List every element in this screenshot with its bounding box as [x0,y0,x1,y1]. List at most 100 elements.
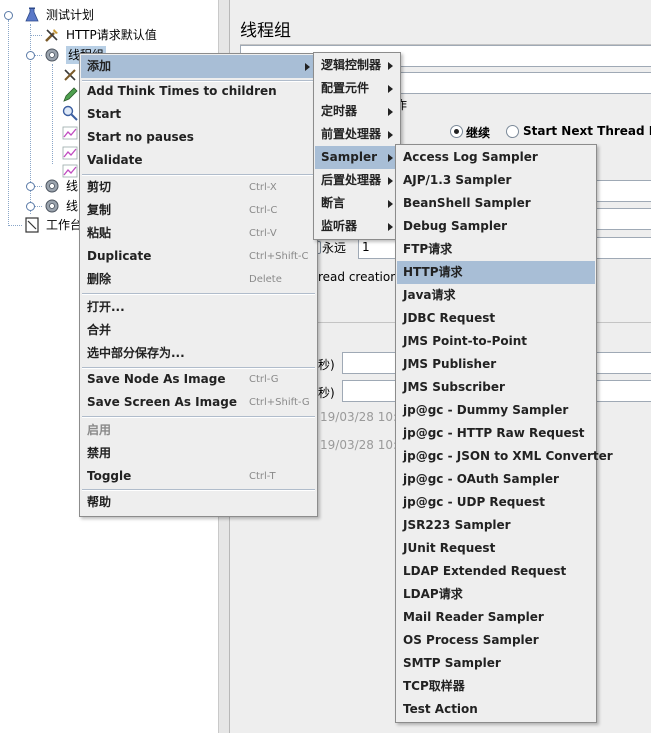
menu-item-copy[interactable]: 复制 Ctrl-C [81,199,316,222]
duration-label: 秒) [318,358,335,372]
add-submenu: 逻辑控制器 配置元件 定时器 前置处理器 Sampler 后置处理器 断言 监听… [313,52,401,240]
menu-item-label: 后置处理器 [321,173,382,187]
menu-item-sampler-option[interactable]: Java请求 [397,284,595,307]
menu-item-sampler-option[interactable]: HTTP请求 [397,261,595,284]
menu-item-label: Save Screen As Image [87,395,237,409]
menu-item-sampler-option[interactable]: FTP请求 [397,238,595,261]
tree-item-test-plan[interactable]: 测试计划 [24,6,214,24]
submenu-arrow-icon [388,223,393,231]
menu-item-label: TCP取样器 [403,679,465,693]
menu-item-sampler-option[interactable]: JMS Point-to-Point [397,330,595,353]
page-title: 线程组 [240,21,291,41]
menu-item-logic-controller[interactable]: 逻辑控制器 [315,54,399,77]
menu-item-label: Sampler [321,150,378,164]
menu-item-sampler-option[interactable]: SMTP Sampler [397,652,595,675]
menu-item-sampler-option[interactable]: jp@gc - HTTP Raw Request [397,422,595,445]
menu-item-sampler-option[interactable]: Debug Sampler [397,215,595,238]
menu-item-save-node-image[interactable]: Save Node As Image Ctrl-G [81,368,316,391]
ramp-up-field[interactable] [592,208,651,230]
menu-item-toggle[interactable]: Toggle Ctrl-T [81,465,316,488]
menu-item-merge[interactable]: 合并 [81,319,316,342]
continue-radio[interactable] [450,125,463,138]
graph-icon [62,125,78,141]
tree-label: 线 [66,179,79,193]
forever-label: 永远 [322,241,347,255]
menu-item-help[interactable]: 帮助 [81,491,316,514]
menu-item-sampler-option[interactable]: JSR223 Sampler [397,514,595,537]
menu-item-post-processor[interactable]: 后置处理器 [315,169,399,192]
menu-item-open[interactable]: 打开... [81,296,316,319]
menu-item-sampler-option[interactable]: Mail Reader Sampler [397,606,595,629]
tree-item-thread-group-2[interactable]: 线 [44,177,84,195]
tree-item-thread-group-3[interactable]: 线 [44,197,84,215]
menu-item-label: LDAP Extended Request [403,564,567,578]
menu-item-delete[interactable]: 删除 Delete [81,268,316,291]
tree-label: 工作台 [46,218,83,232]
menu-item-sampler-option[interactable]: JUnit Request [397,537,595,560]
menu-item-label: Save Node As Image [87,372,226,386]
menu-item-duplicate[interactable]: Duplicate Ctrl+Shift-C [81,245,316,268]
start-time-field[interactable]: 19/03/28 10:4 [320,410,405,424]
expand-icon[interactable] [26,202,35,211]
menu-item-add[interactable]: 添加 [81,55,316,78]
expand-icon[interactable] [26,182,35,191]
menu-item-timer[interactable]: 定时器 [315,100,399,123]
menu-item-label: 合并 [87,323,112,337]
menu-item-add-think-times[interactable]: Add Think Times to children [81,80,316,103]
menu-item-label: FTP请求 [403,242,453,256]
menu-item-sampler[interactable]: Sampler [315,146,399,169]
collapse-icon[interactable] [4,11,13,20]
menu-item-label: 选中部分保存为... [87,346,185,360]
gear-icon [44,198,60,214]
menu-item-label: 帮助 [87,495,112,509]
menu-item-label: Add Think Times to children [87,84,277,98]
menu-item-label: 定时器 [321,104,358,118]
thread-creation-label: read creation [318,270,398,284]
magnifier-icon [62,105,78,121]
menu-item-start-no-pauses[interactable]: Start no pauses [81,126,316,149]
menu-item-sampler-option[interactable]: JDBC Request [397,307,595,330]
submenu-arrow-icon [388,131,393,139]
gear-icon [44,178,60,194]
next-loop-radio[interactable] [506,125,519,138]
menu-item-label: JUnit Request [403,541,496,555]
tree-item-http-defaults[interactable]: HTTP请求默认值 [44,26,214,44]
menu-item-sampler-option[interactable]: BeanShell Sampler [397,192,595,215]
menu-item-label: Access Log Sampler [403,150,538,164]
menu-item-disable[interactable]: 禁用 [81,442,316,465]
menu-item-paste[interactable]: 粘贴 Ctrl-V [81,222,316,245]
threads-field[interactable] [592,180,651,202]
menu-item-sampler-option[interactable]: OS Process Sampler [397,629,595,652]
menu-item-assertion[interactable]: 断言 [315,192,399,215]
shortcut-label: Ctrl-V [249,228,277,239]
menu-item-sampler-option[interactable]: JMS Subscriber [397,376,595,399]
menu-item-sampler-option[interactable]: jp@gc - OAuth Sampler [397,468,595,491]
menu-item-sampler-option[interactable]: jp@gc - UDP Request [397,491,595,514]
menu-item-label: HTTP请求 [403,265,463,279]
menu-item-sampler-option[interactable]: Test Action [397,698,595,721]
shortcut-label: Ctrl-G [249,374,279,385]
menu-item-sampler-option[interactable]: JMS Publisher [397,353,595,376]
menu-item-validate[interactable]: Validate [81,149,316,172]
menu-item-sampler-option[interactable]: jp@gc - Dummy Sampler [397,399,595,422]
menu-item-sampler-option[interactable]: LDAP Extended Request [397,560,595,583]
collapse-icon[interactable] [26,51,35,60]
menu-item-label: jp@gc - OAuth Sampler [403,472,559,486]
menu-item-sampler-option[interactable]: LDAP请求 [397,583,595,606]
menu-item-sampler-option[interactable]: AJP/1.3 Sampler [397,169,595,192]
menu-item-label: Java请求 [403,288,456,302]
menu-item-save-selection[interactable]: 选中部分保存为... [81,342,316,365]
menu-item-config-element[interactable]: 配置元件 [315,77,399,100]
menu-item-listener[interactable]: 监听器 [315,215,399,238]
menu-item-sampler-option[interactable]: Access Log Sampler [397,146,595,169]
menu-item-sampler-option[interactable]: jp@gc - JSON to XML Converter [397,445,613,468]
menu-item-sampler-option[interactable]: TCP取样器 [397,675,595,698]
menu-item-start[interactable]: Start [81,103,316,126]
menu-item-label: AJP/1.3 Sampler [403,173,512,187]
menu-item-label: jp@gc - Dummy Sampler [403,403,569,417]
menu-item-save-screen-image[interactable]: Save Screen As Image Ctrl+Shift-G [81,391,316,414]
menu-item-pre-processor[interactable]: 前置处理器 [315,123,399,146]
menu-item-cut[interactable]: 剪切 Ctrl-X [81,176,316,199]
menu-item-label: JDBC Request [403,311,496,325]
end-time-field[interactable]: 19/03/28 10:4 [320,438,405,452]
